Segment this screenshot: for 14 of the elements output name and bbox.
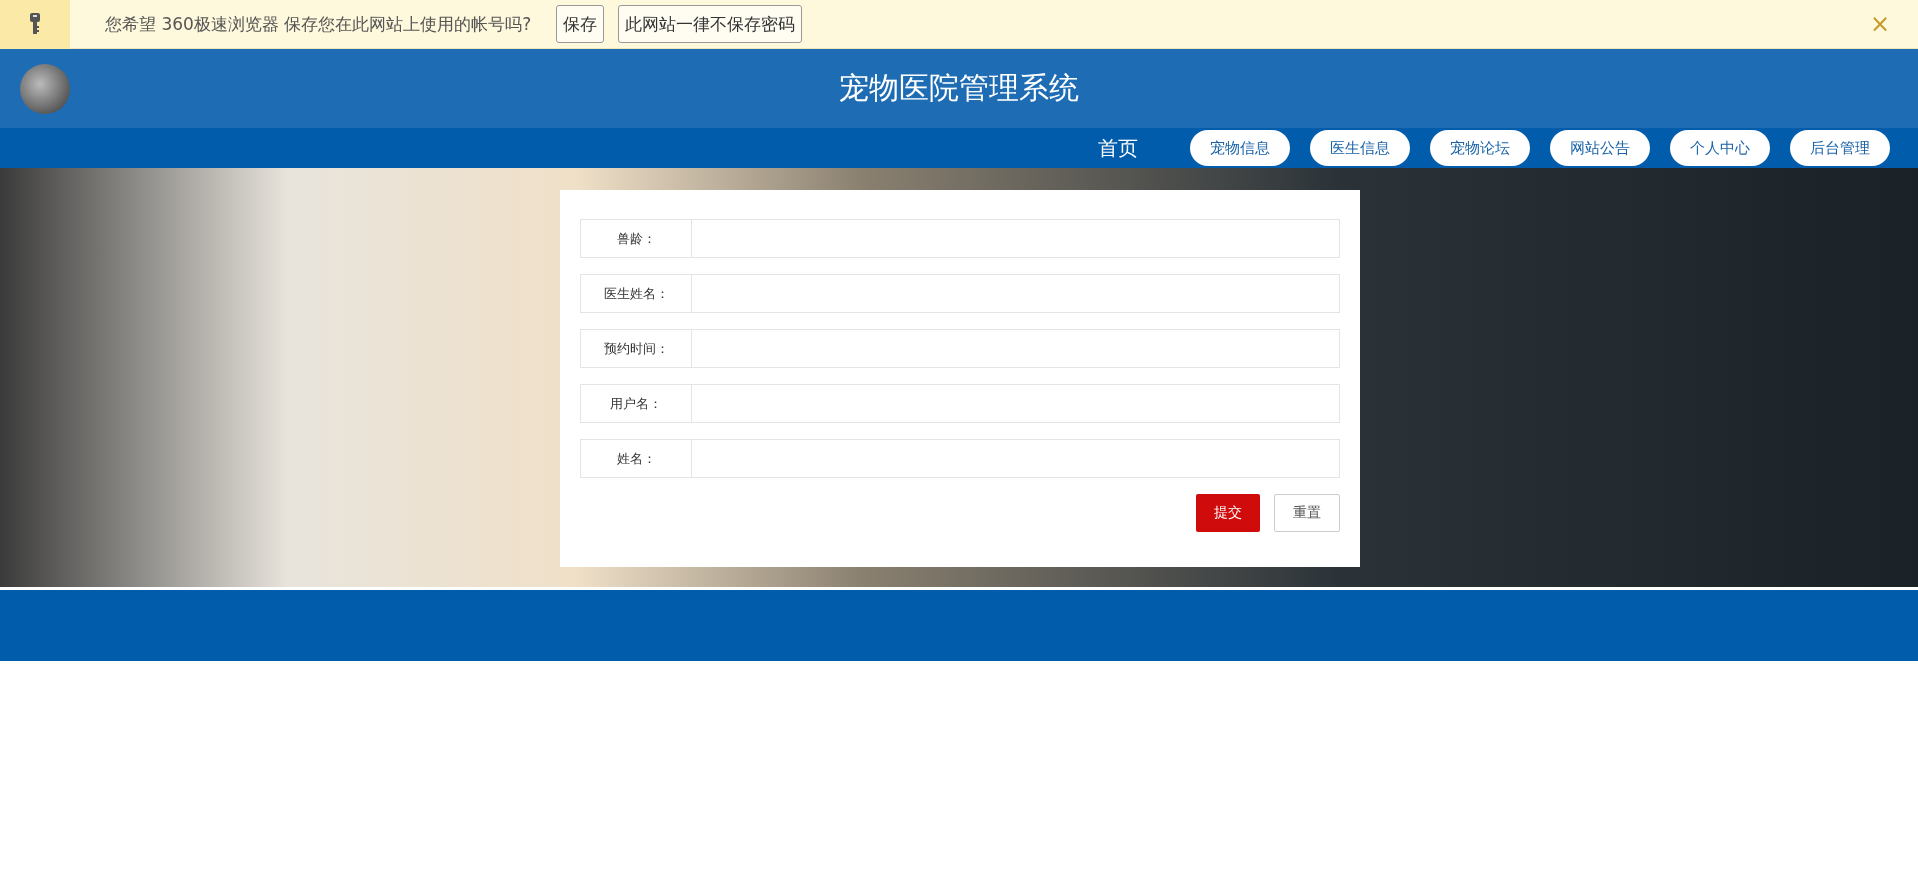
nav-link[interactable]: 宠物论坛 [1430,130,1530,166]
password-bar-button[interactable]: 此网站一律不保存密码 [618,5,803,43]
submit-button[interactable]: 提交 [1196,494,1260,532]
key-icon [29,12,41,36]
nav-link[interactable]: 医生信息 [1310,130,1410,166]
nav-link[interactable]: 宠物信息 [1190,130,1290,166]
site-title: 宠物医院管理系统 [839,69,1079,107]
logo-avatar [20,63,70,114]
reset-button[interactable]: 重置 [1274,494,1340,532]
password-save-message: 您希望 360极速浏览器 保存您在此网站上使用的帐号吗? [105,12,532,36]
password-bar-button[interactable]: 保存 [556,5,605,43]
nav-link[interactable]: 个人中心 [1670,130,1770,166]
nav-link[interactable]: 后台管理 [1790,130,1890,166]
nav-link[interactable]: 网站公告 [1550,130,1650,166]
